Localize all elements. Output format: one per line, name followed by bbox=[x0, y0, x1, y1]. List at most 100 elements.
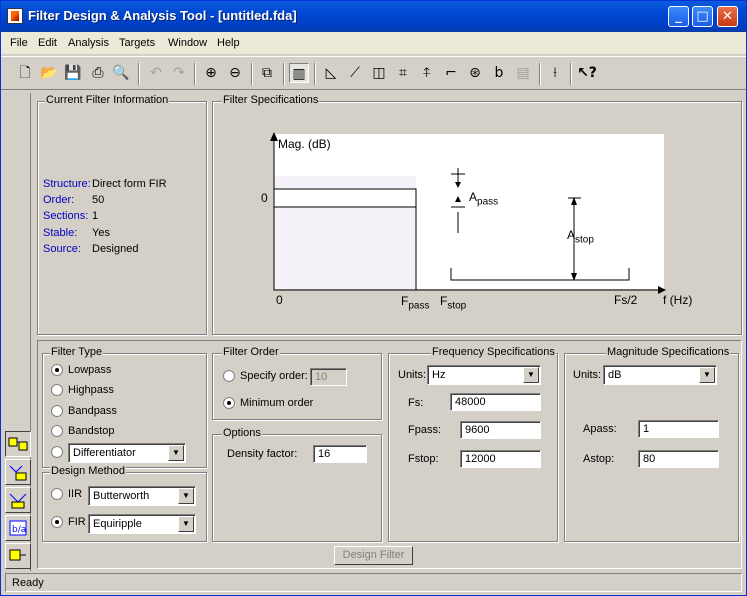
pole-zero-icon[interactable]: ⊛ bbox=[465, 63, 485, 83]
menu-targets[interactable]: Targets bbox=[119, 37, 155, 49]
other-type-select[interactable]: Differentiator ▼ bbox=[68, 443, 186, 463]
zoom-out-icon[interactable]: ⊖ bbox=[225, 63, 245, 83]
step-response-icon[interactable]: ⌐ bbox=[441, 63, 461, 83]
magnitude-response-icon[interactable]: ◺ bbox=[321, 63, 341, 83]
magnitude-phase-icon[interactable]: ◫ bbox=[369, 63, 389, 83]
fs-input[interactable]: 48000 bbox=[450, 393, 541, 411]
sections-value: 1 bbox=[92, 210, 99, 222]
menu-file[interactable]: File bbox=[10, 37, 28, 49]
bandstop-radio[interactable] bbox=[51, 425, 63, 437]
undo-icon[interactable]: ↶ bbox=[146, 63, 166, 83]
full-view-icon[interactable]: ⧉ bbox=[257, 63, 277, 83]
fir-label[interactable]: FIR bbox=[68, 516, 86, 528]
specify-order-label[interactable]: Specify order: bbox=[240, 370, 308, 382]
structure-value: Direct form FIR bbox=[92, 178, 167, 190]
menu-analysis[interactable]: Analysis bbox=[68, 37, 109, 49]
open-icon[interactable]: 📂 bbox=[39, 63, 59, 83]
minimum-order-label[interactable]: Minimum order bbox=[240, 397, 313, 409]
new-analysis-icon[interactable]: ⟊ bbox=[545, 63, 565, 83]
pole-zero-editor-icon bbox=[9, 493, 27, 509]
title-bar[interactable]: Filter Design & Analysis Tool - [untitle… bbox=[1, 1, 746, 32]
iir-label[interactable]: IIR bbox=[68, 488, 82, 500]
panel-title: Magnitude Specifications bbox=[606, 346, 731, 358]
print-preview-icon[interactable]: 🔍 bbox=[111, 63, 131, 83]
maximize-button[interactable]: □ bbox=[692, 6, 713, 27]
filter-info-icon[interactable]: ▤ bbox=[513, 63, 533, 83]
panel-title: Frequency Specifications bbox=[431, 346, 556, 358]
menu-help[interactable]: Help bbox=[217, 37, 240, 49]
bandstop-label[interactable]: Bandstop bbox=[68, 425, 114, 437]
menu-edit[interactable]: Edit bbox=[38, 37, 57, 49]
lowpass-radio[interactable] bbox=[51, 364, 63, 376]
sidebar-design-filter-button[interactable] bbox=[5, 431, 31, 457]
realize-model-icon bbox=[9, 549, 26, 561]
group-delay-icon[interactable]: ⌗ bbox=[393, 63, 413, 83]
astop-label: Astop bbox=[567, 228, 594, 246]
bandpass-label[interactable]: Bandpass bbox=[68, 405, 117, 417]
sidebar-pole-zero-editor-button[interactable] bbox=[5, 487, 31, 513]
close-button[interactable]: ✕ bbox=[717, 6, 738, 27]
highpass-radio[interactable] bbox=[51, 384, 63, 396]
lowpass-label[interactable]: Lowpass bbox=[68, 364, 111, 376]
panel-title: Options bbox=[222, 427, 262, 439]
design-filter-icon bbox=[8, 437, 28, 451]
chevron-down-icon: ▼ bbox=[178, 488, 194, 504]
impulse-response-icon[interactable]: ⍏ bbox=[417, 63, 437, 83]
fstop-input[interactable]: 12000 bbox=[460, 450, 541, 468]
minimize-button[interactable]: _ bbox=[668, 6, 689, 27]
filter-coefficients-icon[interactable]: b bbox=[489, 63, 509, 83]
svg-text:b/a: b/a bbox=[12, 525, 26, 535]
menu-window[interactable]: Window bbox=[168, 37, 207, 49]
sidebar-import-filter-button[interactable]: b/a bbox=[5, 515, 31, 541]
other-type-radio[interactable] bbox=[51, 446, 63, 458]
save-icon[interactable]: 💾 bbox=[63, 63, 83, 83]
chevron-down-icon: ▼ bbox=[523, 367, 539, 383]
menu-bar: File Edit Analysis Targets Window Help bbox=[1, 32, 746, 54]
source-label: Source: bbox=[43, 243, 81, 255]
specify-order-radio[interactable] bbox=[223, 370, 235, 382]
sections-label: Sections: bbox=[43, 210, 89, 222]
astop-input[interactable]: 80 bbox=[638, 450, 719, 468]
order-value: 50 bbox=[92, 194, 105, 206]
apass-input[interactable]: 1 bbox=[638, 420, 719, 438]
new-icon[interactable]: 🗋 bbox=[15, 63, 35, 83]
maximize-icon: □ bbox=[696, 9, 709, 24]
sidebar-transform-filter-button[interactable] bbox=[5, 459, 31, 485]
toolbar-separator bbox=[194, 63, 196, 85]
specify-order-input[interactable]: 10 bbox=[310, 368, 347, 386]
print-icon[interactable]: ⎙ bbox=[88, 63, 108, 83]
import-filter-icon: b/a bbox=[9, 520, 27, 536]
whats-this-icon[interactable]: ↖? bbox=[577, 63, 597, 83]
zoom-in-icon[interactable]: ⊕ bbox=[201, 63, 221, 83]
panel-title: Filter Type bbox=[50, 346, 104, 358]
sidebar-realize-model-button[interactable] bbox=[5, 543, 31, 569]
chevron-down-icon: ▼ bbox=[178, 516, 194, 532]
freq-units-label: Units: bbox=[398, 369, 427, 381]
design-method-panel: Design Method IIR Butterworth ▼ FIR Equir… bbox=[42, 465, 207, 542]
astop-field-label: Astop: bbox=[583, 453, 615, 465]
fpass-input[interactable]: 9600 bbox=[460, 421, 541, 439]
fir-method-select[interactable]: Equiripple ▼ bbox=[88, 514, 196, 534]
toolbar-separator bbox=[314, 63, 316, 85]
filter-order-panel: Filter Order Specify order: 10 Minimum o… bbox=[212, 346, 382, 420]
filter-specs-panel: Filter Specifications Mag. (dB) 0 Apass … bbox=[212, 94, 742, 335]
toolbar-separator bbox=[251, 63, 253, 85]
fs-label: Fs: bbox=[408, 397, 424, 409]
fir-radio[interactable] bbox=[51, 516, 63, 528]
chevron-down-icon: ▼ bbox=[699, 367, 715, 383]
design-filter-button[interactable]: Design Filter bbox=[334, 546, 413, 565]
phase-response-icon[interactable]: ⟋ bbox=[345, 63, 365, 83]
iir-method-select[interactable]: Butterworth ▼ bbox=[88, 486, 196, 506]
fpass-label: Fpass bbox=[401, 294, 430, 312]
density-factor-input[interactable]: 16 bbox=[313, 445, 367, 463]
status-text: Ready bbox=[12, 577, 44, 589]
mag-units-select[interactable]: dB ▼ bbox=[603, 365, 717, 385]
toolbar-separator bbox=[570, 63, 572, 85]
bandpass-radio[interactable] bbox=[51, 405, 63, 417]
iir-radio[interactable] bbox=[51, 488, 63, 500]
redo-icon[interactable]: ↷ bbox=[169, 63, 189, 83]
freq-units-select[interactable]: Hz ▼ bbox=[427, 365, 541, 385]
highpass-label[interactable]: Highpass bbox=[68, 384, 114, 396]
filter-specs-icon[interactable]: ▥ bbox=[289, 63, 309, 83]
minimum-order-radio[interactable] bbox=[223, 397, 235, 409]
